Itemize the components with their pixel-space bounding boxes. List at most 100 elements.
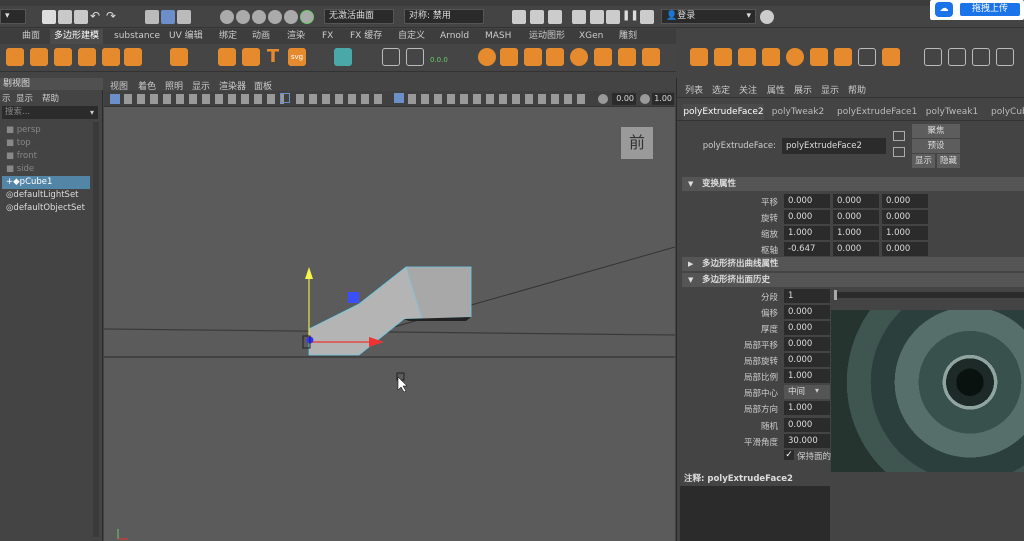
smooth-icon[interactable]: 0.0.0 [430, 48, 448, 66]
history-value-field[interactable]: 0.000 [784, 321, 830, 335]
chevron-down-icon[interactable]: ▾ [815, 386, 819, 395]
tab-custom[interactable]: 自定义 [394, 29, 429, 44]
pause-icon[interactable]: ❚❚ [622, 10, 639, 24]
poly-cone-icon[interactable] [78, 48, 96, 66]
snap-curve-icon[interactable] [236, 10, 250, 24]
outliner-menu-help[interactable]: 帮助 [42, 92, 59, 104]
live-surface-field[interactable]: 无激活曲面 [324, 9, 394, 24]
y-arrow-icon[interactable] [305, 267, 313, 279]
booleans-icon[interactable] [478, 48, 496, 66]
node-name-field[interactable]: polyExtrudeFace2 [782, 138, 886, 154]
separate-icon[interactable] [524, 48, 542, 66]
outliner-menu-display[interactable]: 显示 [16, 92, 33, 104]
grid-toggle-icon[interactable] [280, 93, 290, 103]
history-value-field[interactable]: 1.000 [784, 369, 830, 383]
ae-menu-selected[interactable]: 选定 [712, 83, 730, 96]
bevel-icon[interactable] [714, 48, 732, 66]
svg-tool-icon[interactable]: svg [288, 48, 306, 66]
history-value-field[interactable]: 0.000 [784, 305, 830, 319]
exposure-icon[interactable] [598, 94, 608, 104]
poke-icon[interactable] [738, 48, 756, 66]
transform-value-field[interactable]: 0.000 [882, 242, 928, 256]
ae-tab-polycube[interactable]: polyCub [991, 104, 1024, 120]
target-weld-icon[interactable] [642, 48, 660, 66]
section-curve-attributes[interactable]: ▶ 多边形挤出曲线属性 [682, 257, 1024, 271]
outliner-item-front[interactable]: ■ front [6, 150, 37, 163]
history-value-field[interactable]: 0.000 [784, 418, 830, 432]
extrude-icon[interactable] [690, 48, 708, 66]
snap-surface-icon[interactable] [284, 10, 298, 24]
render-settings-icon[interactable] [548, 10, 562, 24]
ipr-render-icon[interactable] [530, 10, 544, 24]
tab-fx-caching[interactable]: FX 缓存 [346, 29, 386, 44]
outliner-item-top[interactable]: ■ top [6, 137, 31, 150]
symmetry-dropdown[interactable]: 对称: 禁用 [404, 9, 484, 24]
select-output-icon[interactable] [893, 147, 905, 157]
view-cube[interactable]: 前 [621, 127, 653, 159]
outliner-scrollbar[interactable] [93, 122, 99, 537]
history-value-field[interactable]: 0.000 [784, 337, 830, 351]
show-button[interactable]: 显示 [912, 154, 935, 168]
append-poly-icon[interactable] [594, 48, 612, 66]
shading-toggle-icons[interactable] [408, 94, 588, 104]
transform-value-field[interactable]: 1.000 [882, 226, 928, 240]
select-node-icon[interactable] [893, 131, 905, 141]
display-toggle-icons[interactable] [296, 94, 386, 104]
transform-value-field[interactable]: 1.000 [833, 226, 879, 240]
tab-xgen[interactable]: XGen [575, 29, 607, 44]
tab-motion-graphics[interactable]: 运动图形 [525, 29, 569, 44]
section-transform-attributes[interactable]: ▼ 变换属性 [682, 177, 1024, 191]
save-scene-icon[interactable] [74, 10, 88, 24]
select-tool-icon[interactable] [145, 10, 159, 24]
uv-editor-icon[interactable] [334, 48, 352, 66]
transform-value-field[interactable]: 0.000 [882, 194, 928, 208]
poly-cylinder-icon[interactable] [54, 48, 72, 66]
transform-value-field[interactable]: 0.000 [882, 210, 928, 224]
offset-edge-loop-icon[interactable] [972, 48, 990, 66]
outliner-item-pcube1[interactable]: +◆pCube1 [2, 176, 90, 189]
select-camera-icon[interactable] [110, 94, 120, 104]
transform-value-field[interactable]: 1.000 [784, 226, 830, 240]
outliner-menu-show[interactable]: 示 [2, 92, 11, 104]
snap-grid-icon[interactable] [220, 10, 234, 24]
ae-tab-polytweak1[interactable]: polyTweak1 [925, 104, 979, 120]
outliner-item-side[interactable]: ■ side [6, 163, 34, 176]
tab-animation[interactable]: 动画 [248, 29, 274, 44]
light-editor-icon[interactable] [606, 10, 620, 24]
connect-icon[interactable] [834, 48, 852, 66]
outliner-search-input[interactable]: 搜索... [2, 106, 98, 119]
outliner-item-defaultlightset[interactable]: ◎defaultLightSet [6, 189, 79, 202]
render-view-icon[interactable] [590, 10, 604, 24]
transform-value-field[interactable]: -0.647 [784, 242, 830, 256]
wedge-icon[interactable] [762, 48, 780, 66]
tab-arnold[interactable]: Arnold [436, 29, 473, 44]
exposure-field[interactable]: 0.00 [612, 93, 636, 105]
display-icon[interactable] [640, 10, 654, 24]
ae-tab-polyextrudeface2[interactable]: polyExtrudeFace2 [683, 104, 764, 120]
keep-faces-checkbox[interactable]: ✓ [784, 450, 794, 460]
ae-tab-polytweak2[interactable]: polyTweak2 [769, 104, 827, 120]
bridge-icon[interactable] [546, 48, 564, 66]
transform-value-field[interactable]: 0.000 [784, 194, 830, 208]
collapse-icon[interactable] [810, 48, 828, 66]
tab-substance[interactable]: substance [110, 29, 164, 44]
undo-icon[interactable]: ↶ [90, 10, 104, 24]
notes-textarea[interactable] [680, 486, 830, 541]
detach-icon[interactable] [858, 48, 876, 66]
insert-edge-loop-icon[interactable] [948, 48, 966, 66]
chevron-down-icon[interactable]: ▾ [90, 108, 94, 117]
outliner-item-defaultobjectset[interactable]: ◎defaultObjectSet [6, 202, 85, 215]
plane-handle[interactable] [348, 292, 359, 303]
circularize-icon[interactable] [786, 48, 804, 66]
snap-point-icon[interactable] [252, 10, 266, 24]
open-scene-icon[interactable] [58, 10, 72, 24]
ae-menu-list[interactable]: 列表 [685, 83, 703, 96]
ae-menu-attributes[interactable]: 属性 [767, 83, 785, 96]
poly-platonic-icon[interactable] [170, 48, 188, 66]
redo-icon[interactable]: ↷ [106, 10, 120, 24]
tab-rigging[interactable]: 绑定 [215, 29, 241, 44]
camera-tools-icons[interactable] [124, 94, 284, 104]
transform-value-field[interactable]: 0.000 [833, 210, 879, 224]
poly-torus-icon[interactable] [102, 48, 120, 66]
type-tool-icon[interactable]: T [264, 48, 282, 66]
